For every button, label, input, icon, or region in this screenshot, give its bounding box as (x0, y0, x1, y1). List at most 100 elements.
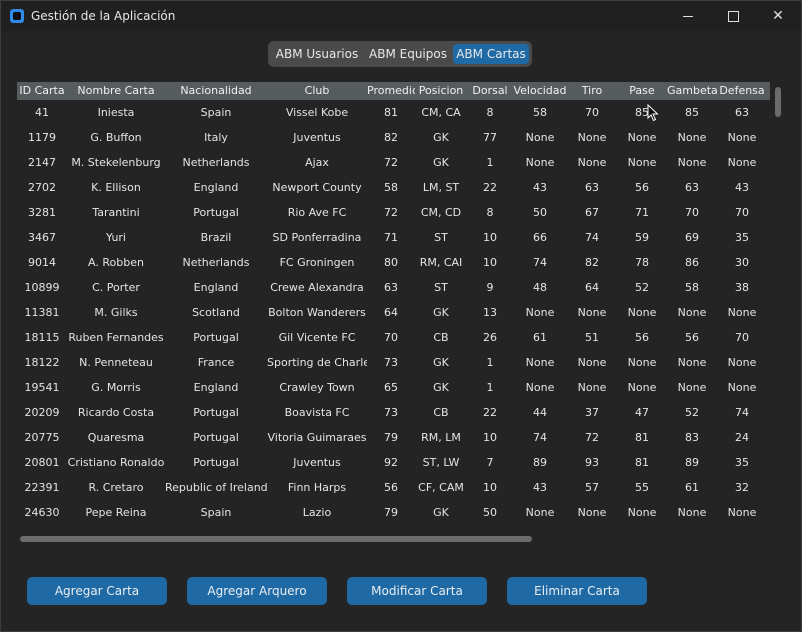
cell-id: 10899 (24, 281, 60, 294)
cell-promedio: 81 (384, 106, 398, 119)
column-header-nombre[interactable]: Nombre Carta (67, 82, 165, 100)
column-header-gambeta[interactable]: Gambeta (667, 82, 717, 100)
cell-nombre: K. Ellison (91, 181, 141, 194)
table-row[interactable]: 18122 N. Penneteau France Sporting de Charl… (17, 350, 770, 375)
cell-velocidad: None (525, 381, 555, 394)
cell-gambeta: None (677, 306, 707, 319)
cell-gambeta: 86 (685, 256, 699, 269)
cell-pase: 56 (635, 181, 649, 194)
cell-club: Ajax (305, 156, 329, 169)
cell-gambeta: 52 (685, 406, 699, 419)
cell-club: Bolton Wanderers (268, 306, 366, 319)
cell-defensa: 35 (735, 456, 749, 469)
cell-pase: 85 (635, 106, 649, 119)
cell-dorsal: 8 (486, 206, 494, 219)
cell-id: 41 (35, 106, 49, 119)
cell-tiro: 37 (585, 406, 599, 419)
vertical-scrollbar[interactable] (775, 87, 781, 117)
cell-id: 9014 (28, 256, 56, 269)
maximize-icon (727, 10, 739, 22)
column-header-promedio[interactable]: Promedio (367, 82, 415, 100)
cell-club: Vissel Kobe (285, 106, 349, 119)
cell-dorsal: 7 (486, 456, 494, 469)
cell-club: SD Ponferradina (272, 231, 362, 244)
cell-pase: 71 (635, 206, 649, 219)
minimize-button[interactable] (665, 1, 711, 31)
table-row[interactable]: 20209 Ricardo Costa Portugal Boavista FC 73 C… (17, 400, 770, 425)
column-header-dorsal[interactable]: Dorsal (467, 82, 513, 100)
cell-promedio: 82 (384, 131, 398, 144)
cell-defensa: None (727, 306, 757, 319)
add-goalkeeper-button[interactable]: Agregar Arquero (187, 577, 327, 605)
cell-promedio: 80 (384, 256, 398, 269)
tab-abm-equipos[interactable]: ABM Equipos (365, 44, 451, 64)
column-header-id[interactable]: ID Carta (17, 82, 67, 100)
cell-defensa: 38 (735, 281, 749, 294)
cell-posicion: GK (433, 306, 449, 319)
cell-id: 20775 (24, 431, 60, 444)
cell-dorsal: 10 (483, 231, 497, 244)
cell-promedio: 79 (384, 431, 398, 444)
maximize-button[interactable] (710, 1, 756, 31)
column-header-tiro[interactable]: Tiro (567, 82, 617, 100)
cell-posicion: GK (433, 381, 449, 394)
cell-velocidad: 43 (533, 181, 547, 194)
table-row[interactable]: 22391 R. Cretaro Republic of Ireland Finn H… (17, 475, 770, 500)
cell-gambeta: 58 (685, 281, 699, 294)
table-row[interactable]: 3281 Tarantini Portugal Rio Ave FC 72 CM, CD 8… (17, 200, 770, 225)
cell-gambeta: 63 (685, 181, 699, 194)
column-header-defensa[interactable]: Defensa (717, 82, 767, 100)
column-header-club[interactable]: Club (267, 82, 367, 100)
table-row[interactable]: 2702 K. Ellison England Newport County 58 LM,… (17, 175, 770, 200)
cell-promedio: 72 (384, 206, 398, 219)
cell-club: Vitoria Guimaraes (267, 431, 367, 444)
tab-abm-usuarios[interactable]: ABM Usuarios (271, 44, 363, 64)
table-row[interactable]: 18115 Ruben Fernandes Portugal Gil Vicente … (17, 325, 770, 350)
cell-nacionalidad: England (193, 181, 239, 194)
cell-id: 24630 (24, 506, 60, 519)
table-row[interactable]: 10899 C. Porter England Crewe Alexandra 63 ST… (17, 275, 770, 300)
table-row[interactable]: 20801 Cristiano Ronaldo Portugal Juventus 92… (17, 450, 770, 475)
edit-card-button[interactable]: Modificar Carta (347, 577, 487, 605)
cell-gambeta: 83 (685, 431, 699, 444)
table-row[interactable]: 1179 G. Buffon Italy Juventus 82 GK 77 None None… (17, 125, 770, 150)
tab-abm-cartas[interactable]: ABM Cartas (453, 44, 529, 64)
cell-nacionalidad: Republic of Ireland (165, 481, 267, 494)
cell-velocidad: None (525, 506, 555, 519)
cell-tiro: None (577, 156, 607, 169)
cell-id: 22391 (24, 481, 60, 494)
cards-table: ID Carta Nombre Carta Nacionalidad Club Prom… (17, 82, 770, 522)
cell-gambeta: None (677, 506, 707, 519)
minimize-icon (683, 15, 693, 17)
cell-nombre: R. Cretaro (88, 481, 144, 494)
table-row[interactable]: 11381 M. Gilks Scotland Bolton Wanderers 64 G… (17, 300, 770, 325)
delete-card-button[interactable]: Eliminar Carta (507, 577, 647, 605)
table-row[interactable]: 19541 G. Morris England Crawley Town 65 GK 1 No… (17, 375, 770, 400)
cell-tiro: 57 (585, 481, 599, 494)
cell-id: 1179 (28, 131, 56, 144)
cell-velocidad: 44 (533, 406, 547, 419)
cell-dorsal: 1 (486, 381, 494, 394)
table-row[interactable]: 24630 Pepe Reina Spain Lazio 79 GK 50 None None N… (17, 500, 770, 522)
cell-club: Finn Harps (287, 481, 347, 494)
cell-club: FC Groningen (279, 256, 355, 269)
table-row[interactable]: 3467 Yuri Brazil SD Ponferradina 71 ST 10 66 74 5… (17, 225, 770, 250)
cell-posicion: CM, CD (420, 206, 462, 219)
horizontal-scrollbar[interactable] (20, 536, 532, 542)
close-button[interactable]: ✕ (755, 1, 801, 31)
table-row[interactable]: 20775 Quaresma Portugal Vitoria Guimaraes 79… (17, 425, 770, 450)
add-card-button[interactable]: Agregar Carta (27, 577, 167, 605)
table-row[interactable]: 9014 A. Robben Netherlands FC Groningen 80 RM… (17, 250, 770, 275)
cell-nacionalidad: Spain (200, 506, 232, 519)
column-header-posicion[interactable]: Posicion (415, 82, 467, 100)
mouse-pointer-icon (647, 104, 659, 122)
column-header-velocidad[interactable]: Velocidad (513, 82, 567, 100)
cell-nombre: Cristiano Ronaldo (67, 456, 165, 469)
column-header-nacionalidad[interactable]: Nacionalidad (165, 82, 267, 100)
table-row[interactable]: 2147 M. Stekelenburg Netherlands Ajax 72 GK 1 N… (17, 150, 770, 175)
cell-defensa: 70 (735, 206, 749, 219)
column-header-pase[interactable]: Pase (617, 82, 667, 100)
cell-tiro: None (577, 506, 607, 519)
app-icon (10, 9, 24, 23)
cell-nombre: Quaresma (87, 431, 145, 444)
